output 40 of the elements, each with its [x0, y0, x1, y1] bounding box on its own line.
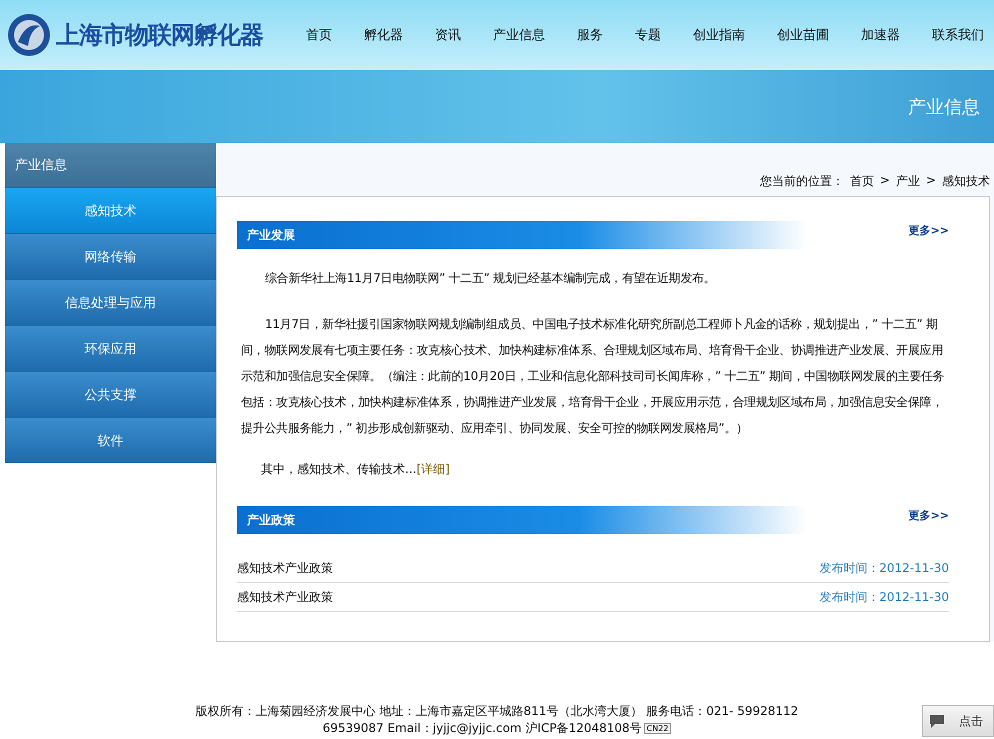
nav-link[interactable]: 创业苗圃 — [777, 26, 829, 44]
breadcrumb-link[interactable]: 感知技术 — [942, 173, 990, 196]
cnzz-badge[interactable]: CN22 — [644, 723, 672, 734]
nav-link[interactable]: 创业指南 — [693, 26, 745, 44]
banner-title: 产业信息 — [908, 96, 980, 118]
policy-link[interactable]: 感知技术产业政策 — [237, 588, 333, 606]
sidebar-item[interactable]: 信息处理与应用 — [5, 279, 216, 325]
breadcrumb-link[interactable]: 产业 — [896, 173, 920, 196]
footer-text: 版权所有：上海菊园经济发展中心 地址：上海市嘉定区平城路811号（北水湾大厦） 服务电话：021- 59928112 — [194, 703, 800, 720]
footer-text: 69539087 Email：jyjjc@jyjjc.com 沪ICP备12048108号 — [322, 720, 642, 737]
breadcrumb-separator: > — [880, 173, 890, 189]
breadcrumb-separator: > — [926, 173, 936, 189]
sidebar-title: 产业信息 — [5, 143, 216, 187]
nav-link[interactable]: 专题 — [635, 26, 661, 44]
breadcrumb-label: 您当前的位置： — [760, 173, 844, 190]
site-logo-text: 上海市物联网孵化器 — [56, 20, 263, 51]
nav-link[interactable]: 产业信息 — [493, 26, 545, 44]
publish-date: 发布时间：2012-11-30 — [819, 560, 949, 576]
breadcrumb-link[interactable]: 首页 — [850, 173, 874, 196]
sidebar-item[interactable]: 网络传输 — [5, 233, 216, 279]
chat-bubble-icon — [929, 713, 945, 729]
nav-link[interactable]: 资讯 — [435, 26, 461, 44]
sidebar-item[interactable]: 公共支撑 — [5, 371, 216, 417]
sidebar-item[interactable]: 软件 — [5, 417, 216, 463]
sidebar-item[interactable]: 环保应用 — [5, 325, 216, 371]
publish-date: 发布时间：2012-11-30 — [819, 588, 949, 606]
nav-link[interactable]: 服务 — [577, 26, 603, 44]
detail-link[interactable]: [详细] — [416, 461, 450, 478]
logo-icon — [6, 12, 52, 58]
nav-link[interactable]: 首页 — [306, 26, 332, 44]
article-paragraph: 综合新华社上海11月7日电物联网” 十二五” 规划已经基本编制完成，有望在近期发布。 — [264, 270, 716, 287]
more-link[interactable]: 更多>> — [908, 223, 949, 238]
chat-widget[interactable]: 点击 — [922, 705, 994, 737]
nav-link[interactable]: 联系我们 — [932, 26, 984, 44]
article-paragraph: 11月7日，新华社援引国家物联网规划编制组成员、中国电子技术标准化研究所副总工程师卜凡金的话称，规划提出，” 十二五” 期间，物联网发展有七项主要任务：攻克核心技术、加快构建标准体系、合理规划区域布局、培育骨干企业、协调推进产业发展、开展应用示范和加强信息安全保障。（编注：此前的10月20日，工业和信息化部科技司司长闻库称，” 十二五” 期间，中国物联网发展的主要任务包括：攻克核心技术，加快构建标准体系，协调推进产业发展，培育骨干企业，开展应用示范，合理规划区域布局，加强信息安全保障，提升公共服务能力，” 初步形成创新驱动、应用牵引、协同发展、安全可控的物联网发展格局”。） — [241, 316, 946, 437]
more-link[interactable]: 更多>> — [908, 508, 949, 523]
article-excerpt: 其中，感知技术、传输技术... — [261, 461, 416, 478]
nav-link[interactable]: 加速器 — [861, 26, 900, 44]
nav-link[interactable]: 孵化器 — [364, 26, 403, 44]
policy-link[interactable]: 感知技术产业政策 — [237, 560, 333, 576]
